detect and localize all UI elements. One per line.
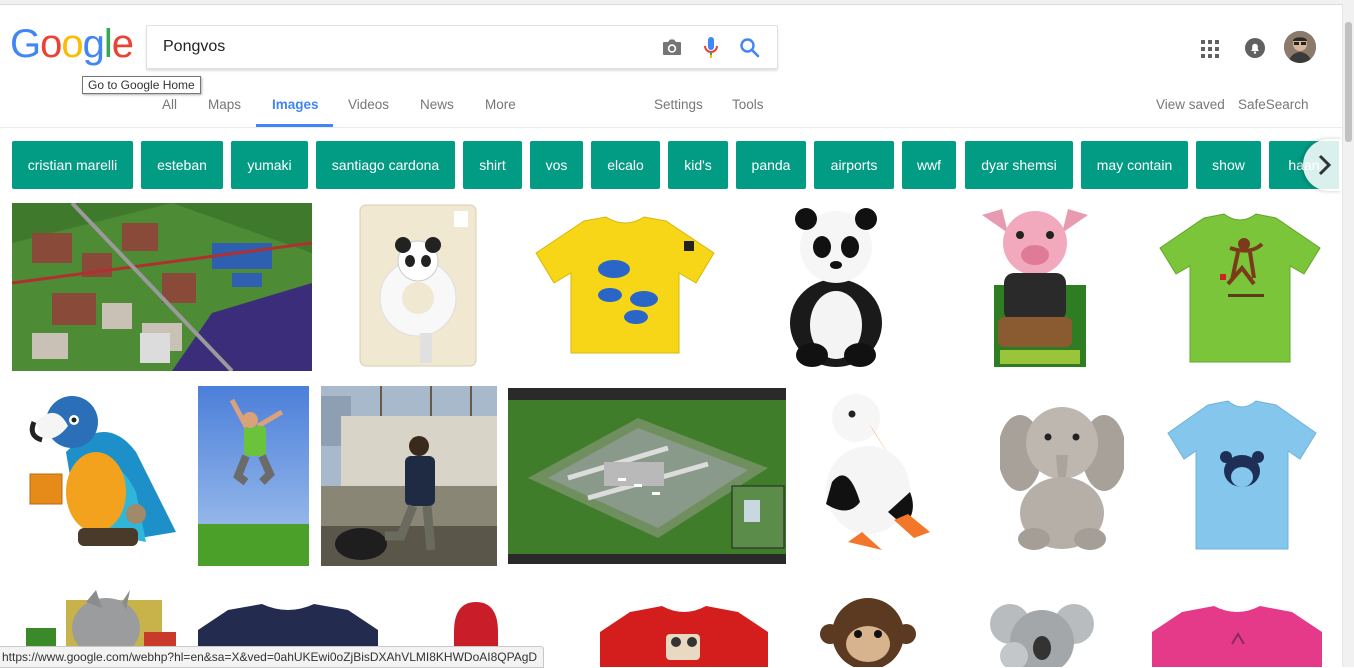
yellow-tshirt-dolphins [535, 216, 715, 354]
mic-icon[interactable] [703, 36, 719, 60]
image-result[interactable] [1000, 397, 1124, 552]
safesearch-link[interactable]: SafeSearch [1238, 97, 1309, 112]
monkey-plush [820, 598, 916, 667]
scrollbar-thumb[interactable] [1345, 22, 1352, 142]
koala-plush [990, 604, 1094, 667]
image-result[interactable] [12, 203, 312, 371]
pink-tshirt [1152, 606, 1322, 667]
image-result[interactable] [534, 203, 716, 368]
logo-letter: e [111, 22, 134, 66]
avatar[interactable] [1284, 31, 1316, 63]
chip[interactable]: yumaki [231, 141, 308, 189]
search-box [146, 25, 778, 69]
chevron-right-icon [1318, 154, 1332, 176]
chip[interactable]: kid's [668, 141, 728, 189]
search-input[interactable] [163, 38, 633, 56]
image-result[interactable] [816, 594, 920, 667]
panda-rattle-package [359, 204, 477, 367]
image-result[interactable] [1158, 208, 1322, 366]
camera-icon[interactable] [661, 37, 683, 57]
chip[interactable]: airports [814, 141, 894, 189]
elephant-plush [1000, 407, 1124, 550]
chips-next-button[interactable] [1303, 139, 1343, 191]
apps-grid-icon[interactable] [1201, 40, 1219, 58]
image-result[interactable] [600, 604, 768, 667]
image-result[interactable] [508, 388, 786, 564]
avatar-image [1284, 31, 1316, 63]
logo-letter: o [40, 22, 62, 66]
link-status-bar: https://www.google.com/webhp?hl=en&sa=X&… [0, 646, 545, 668]
jumping-boy-photo [198, 386, 309, 566]
image-result[interactable] [358, 203, 478, 368]
image-result[interactable] [1152, 604, 1322, 667]
tab-maps[interactable]: Maps [208, 97, 241, 112]
image-result[interactable] [321, 386, 497, 566]
chip[interactable]: may contain [1081, 141, 1188, 189]
logo-letter: l [103, 22, 113, 66]
image-result[interactable] [780, 205, 892, 370]
chip[interactable]: panda [736, 141, 806, 189]
stork-plush [826, 394, 930, 550]
green-tshirt-monkey [1159, 213, 1321, 363]
blue-tshirt-panda [1167, 400, 1317, 550]
logo-letter: g [82, 22, 105, 66]
chip[interactable]: esteban [141, 141, 223, 189]
pig-toy-box [982, 209, 1088, 367]
parrot-plush [29, 396, 176, 546]
page-scrollbar[interactable] [1342, 4, 1354, 667]
tab-tools[interactable]: Tools [732, 97, 764, 112]
image-result[interactable] [984, 598, 1100, 667]
chip[interactable]: wwf [902, 141, 956, 189]
red-tshirt-print [600, 606, 768, 667]
chip[interactable]: elcalo [591, 141, 660, 189]
tab-news[interactable]: News [420, 97, 454, 112]
chip[interactable]: show [1196, 141, 1261, 189]
logo-letter: G [10, 22, 41, 66]
chip[interactable]: shirt [463, 141, 522, 189]
chip[interactable]: vos [530, 141, 583, 189]
google-logo[interactable]: Google [10, 22, 134, 67]
image-result[interactable] [26, 392, 178, 556]
tab-images[interactable]: Images [272, 97, 319, 112]
image-result[interactable] [818, 392, 936, 556]
logo-tooltip: Go to Google Home [82, 76, 201, 94]
view-saved-link[interactable]: View saved [1156, 97, 1225, 112]
chip[interactable]: dyar shemsi [965, 141, 1073, 189]
man-harbor-photo [321, 386, 497, 566]
image-result[interactable] [198, 386, 309, 566]
search-icon[interactable] [739, 37, 761, 59]
image-result[interactable] [978, 205, 1092, 370]
logo-letter: o [61, 22, 83, 66]
browser-top-edge [0, 0, 1354, 5]
panda-plush [790, 208, 882, 367]
related-chips-bar: cristian marelli esteban yumaki santiago… [12, 141, 1342, 189]
bell-icon[interactable] [1244, 37, 1266, 59]
city-game-screenshot [12, 203, 312, 371]
tab-settings[interactable]: Settings [654, 97, 703, 112]
chip[interactable]: santiago cardona [316, 141, 455, 189]
tab-all[interactable]: All [162, 97, 177, 112]
tab-videos[interactable]: Videos [348, 97, 389, 112]
tab-more[interactable]: More [485, 97, 516, 112]
image-result[interactable] [1166, 397, 1318, 552]
chip[interactable]: cristian marelli [12, 141, 133, 189]
header-divider [0, 127, 1343, 128]
airport-game-screenshot [508, 388, 786, 564]
